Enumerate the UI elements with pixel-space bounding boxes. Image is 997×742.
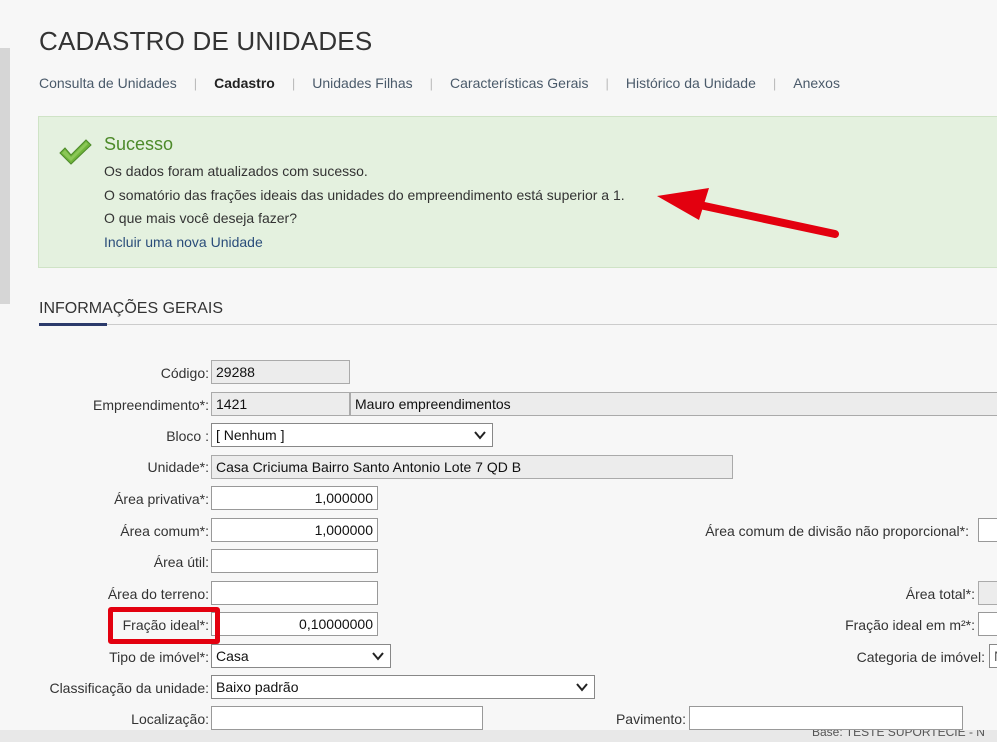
tipo-imovel-select-value: Casa [216, 648, 249, 664]
codigo-field[interactable]: 29288 [211, 360, 350, 384]
left-scroll-strip [0, 48, 10, 304]
status-bar-text: Base: TESTE SUPORTECIE - N [812, 730, 985, 739]
localizacao-field[interactable] [211, 706, 483, 730]
area-util-label: Área útil: [153, 554, 209, 570]
page-title: CADASTRO DE UNIDADES [39, 26, 373, 56]
area-total-label: Área total*: [905, 586, 975, 602]
chevron-down-icon [576, 683, 588, 692]
pavimento-field[interactable] [689, 706, 963, 730]
tab-separator: | [429, 75, 434, 91]
categoria-imovel-label: Categoria de imóvel: [856, 649, 985, 665]
empreendimento-label: Empreendimento*: [93, 397, 209, 413]
tab-separator: | [291, 75, 296, 91]
classificacao-select[interactable]: Baixo padrão [211, 675, 595, 699]
tab-unidades-filhas[interactable]: Unidades Filhas [312, 75, 412, 91]
classificacao-select-value: Baixo padrão [216, 679, 299, 695]
categoria-imovel-select[interactable]: N [989, 644, 997, 668]
localizacao-label: Localização: [131, 711, 209, 727]
codigo-label: Código: [160, 365, 209, 381]
unidade-field[interactable]: Casa Criciuma Bairro Santo Antonio Lote … [211, 455, 733, 479]
unidade-label: Unidade*: [147, 459, 210, 475]
area-util-field[interactable] [211, 549, 378, 573]
new-unit-link[interactable]: Incluir uma nova Unidade [104, 234, 263, 250]
tab-historico-da-unidade[interactable]: Histórico da Unidade [626, 75, 756, 91]
red-arrow-annotation [657, 188, 839, 238]
section-title-underline [39, 323, 107, 326]
tab-separator: | [193, 75, 198, 91]
section-divider [39, 324, 997, 325]
tab-consulta-de-unidades[interactable]: Consulta de Unidades [39, 75, 177, 91]
tab-anexos[interactable]: Anexos [793, 75, 840, 91]
classificacao-label: Classificação da unidade: [49, 680, 209, 696]
alert-message-question: O que mais você deseja fazer? [104, 210, 297, 226]
pavimento-label: Pavimento: [615, 711, 686, 727]
success-alert: Sucesso Os dados foram atualizados com s… [38, 116, 997, 268]
fracao-ideal-field[interactable]: 0,10000000 [211, 612, 378, 636]
area-privativa-field[interactable]: 1,000000 [211, 486, 378, 510]
fracao-ideal-m2-label: Fração ideal em m²*: [845, 617, 975, 633]
area-comum-label: Área comum*: [120, 523, 209, 539]
bloco-label: Bloco : [166, 428, 209, 444]
area-comum-divisao-label: Área comum de divisão não proporcional*: [705, 523, 969, 539]
tipo-imovel-select[interactable]: Casa [211, 644, 391, 668]
red-highlight-box [108, 607, 220, 644]
area-comum-divisao-field[interactable] [978, 518, 997, 542]
tab-separator: | [605, 75, 609, 91]
area-total-field[interactable] [978, 581, 997, 605]
alert-message-fraction-warning: O somatório das frações ideais das unida… [104, 187, 625, 203]
area-comum-field[interactable]: 1,000000 [211, 518, 378, 542]
fracao-ideal-m2-field[interactable] [978, 612, 997, 636]
empreendimento-code-field[interactable]: 1421 [211, 392, 350, 416]
tab-caracteristicas-gerais[interactable]: Características Gerais [450, 75, 588, 91]
status-bar: Base: TESTE SUPORTECIE - N [0, 730, 997, 742]
alert-message-updated: Os dados foram atualizados com sucesso. [104, 163, 368, 179]
chevron-down-icon [372, 652, 384, 661]
tab-separator: | [772, 75, 777, 91]
tipo-imovel-label: Tipo de imóvel*: [109, 649, 209, 665]
empreendimento-name-field[interactable]: Mauro empreendimentos [350, 392, 997, 416]
area-privativa-label: Área privativa*: [114, 491, 209, 507]
area-terreno-field[interactable] [211, 581, 378, 605]
area-terreno-label: Área do terreno: [107, 586, 209, 602]
bloco-select-value: [ Nenhum ] [216, 427, 285, 443]
tab-cadastro[interactable]: Cadastro [214, 75, 275, 91]
chevron-down-icon [474, 431, 486, 440]
bloco-select[interactable]: [ Nenhum ] [211, 423, 493, 447]
alert-title: Sucesso [104, 134, 174, 154]
section-title: INFORMAÇÕES GERAIS [39, 300, 224, 317]
tab-bar: Consulta de Unidades | Cadastro | Unidad… [39, 75, 840, 91]
check-icon [59, 139, 92, 165]
